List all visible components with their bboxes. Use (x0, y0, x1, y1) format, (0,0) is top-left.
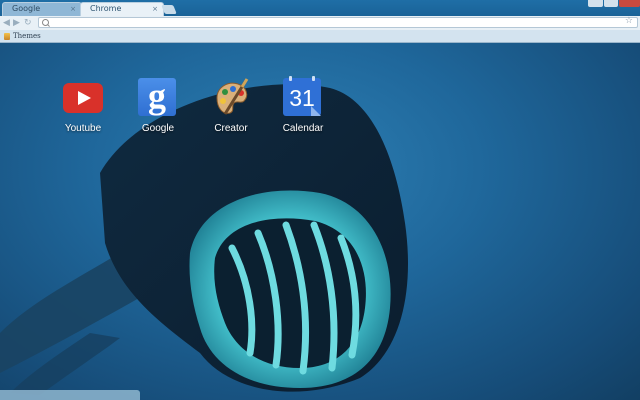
youtube-icon (63, 78, 103, 118)
bookmark-label: Themes (13, 32, 41, 40)
tab-label: Chrome (90, 4, 122, 13)
maximize-button[interactable] (603, 0, 619, 7)
bottom-bar (0, 390, 140, 400)
search-icon (42, 19, 49, 26)
reload-icon[interactable]: ↻ (24, 17, 32, 29)
tab-chrome[interactable]: Chrome × (80, 2, 164, 16)
window-close-button[interactable] (619, 0, 640, 7)
tab-strip: Google × Chrome × (0, 0, 640, 16)
tab-label: Google (12, 4, 41, 13)
new-tab-page: Youtube g Google Creator 31 Calendar (0, 43, 640, 400)
app-label: Youtube (64, 123, 102, 134)
app-label: Creator (214, 123, 248, 134)
toolbar: ◀ ▶ ↻ ☆ (0, 16, 640, 30)
bookmark-star-icon[interactable]: ☆ (625, 16, 633, 26)
new-tab-button[interactable] (161, 5, 177, 14)
close-icon[interactable]: × (70, 3, 76, 15)
tab-google[interactable]: Google × (2, 2, 82, 16)
theme-icon (4, 32, 10, 40)
back-arrow-icon[interactable]: ◀ (3, 17, 10, 29)
close-icon[interactable]: × (152, 3, 158, 15)
minimize-button[interactable] (588, 0, 603, 7)
calendar-icon: 31 (283, 76, 323, 118)
bookmarks-bar: Themes (0, 30, 640, 43)
address-bar[interactable]: ☆ (38, 16, 638, 28)
app-label: Google (141, 123, 175, 134)
bookmark-themes[interactable]: Themes (4, 30, 41, 42)
google-icon: g (138, 78, 178, 118)
window-controls (588, 0, 640, 8)
app-label: Calendar (282, 123, 324, 134)
forward-arrow-icon[interactable]: ▶ (13, 17, 20, 29)
palette-icon (211, 78, 251, 118)
